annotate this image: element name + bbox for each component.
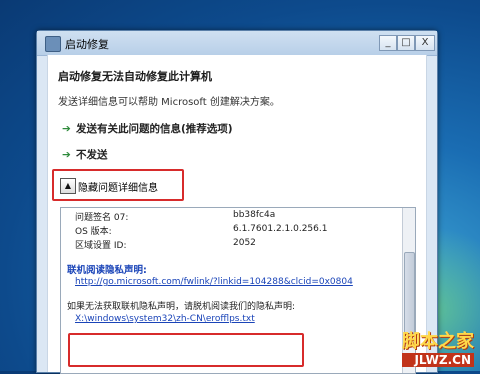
locale-id-key: 区域设置 ID: <box>75 241 127 251</box>
dont-send-option[interactable]: ➔ 不发送 <box>62 147 108 162</box>
os-version-value: 6.1.7601.2.1.0.256.1 <box>233 224 328 234</box>
scrollbar-thumb[interactable] <box>404 252 415 334</box>
green-arrow-icon: ➔ <box>62 149 71 161</box>
green-arrow-icon: ➔ <box>62 123 71 135</box>
privacy-heading: 联机阅读隐私声明: <box>67 265 147 276</box>
privacy-online-link[interactable]: http://go.microsoft.com/fwlink/?linkid=1… <box>75 277 353 287</box>
highlight-box-toggle <box>52 169 184 201</box>
site-watermark: 脚本之家 JLWZ.CN <box>402 327 474 367</box>
offline-privacy-link[interactable]: X:\windows\system32\zh-CN\erofflps.txt <box>75 314 255 324</box>
partial-row-key: 问题签名 07: <box>75 213 129 223</box>
dialog-description: 发送详细信息可以帮助 Microsoft 创建解决方案。 <box>58 97 280 108</box>
window-title: 启动修复 <box>65 38 109 51</box>
offline-privacy-text: 如果无法获取联机隐私声明，请脱机阅读我们的隐私声明: <box>67 302 296 312</box>
highlight-box-offline-link <box>68 333 304 367</box>
startup-repair-window: 启动修复 _ □ X 启动修复无法自动修复此计算机 发送详细信息可以帮助 Mic… <box>36 30 438 374</box>
minimize-button[interactable]: _ <box>379 35 397 51</box>
watermark-url: JLWZ.CN <box>402 353 474 367</box>
send-info-label: 发送有关此问题的信息(推荐选项) <box>76 123 233 135</box>
partial-row-value: bb38fc4a <box>233 210 276 220</box>
close-button[interactable]: X <box>415 35 435 51</box>
watermark-text: 脚本之家 <box>402 331 474 352</box>
app-icon <box>45 36 61 52</box>
dialog-content: 启动修复无法自动修复此计算机 发送详细信息可以帮助 Microsoft 创建解决… <box>47 55 427 374</box>
dont-send-label: 不发送 <box>76 149 108 161</box>
locale-id-value: 2052 <box>233 238 256 248</box>
dialog-heading: 启动修复无法自动修复此计算机 <box>58 70 212 83</box>
title-bar[interactable]: 启动修复 _ □ X <box>37 31 437 56</box>
send-info-option[interactable]: ➔ 发送有关此问题的信息(推荐选项) <box>62 121 233 136</box>
os-version-key: OS 版本: <box>75 227 112 237</box>
maximize-button[interactable]: □ <box>397 35 415 51</box>
